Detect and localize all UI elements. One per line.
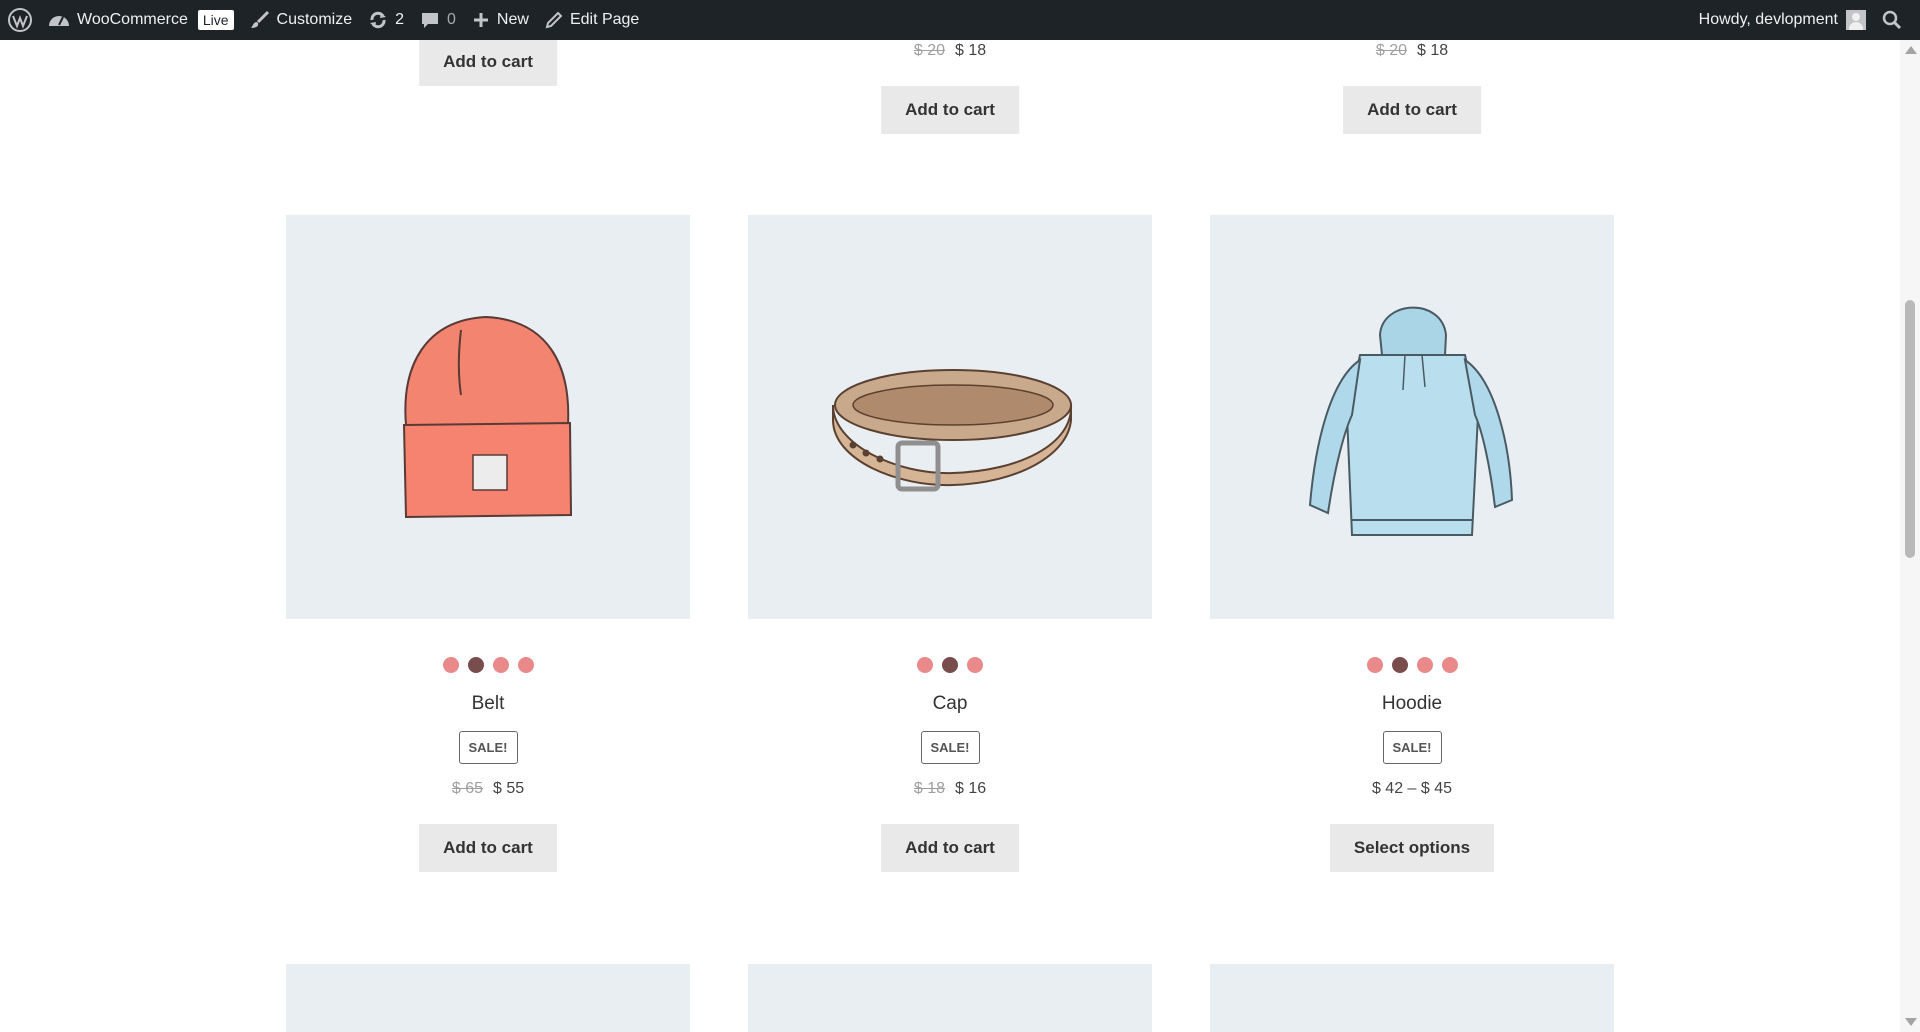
add-to-cart-button[interactable]: Add to cart — [881, 86, 1019, 134]
product-image-link[interactable] — [748, 964, 1152, 1032]
wordpress-logo-button[interactable] — [0, 0, 40, 40]
color-swatches — [286, 657, 690, 673]
color-swatch[interactable] — [467, 657, 484, 673]
updates-link[interactable]: 2 — [360, 0, 412, 40]
brush-icon — [250, 10, 270, 30]
price-new: $ 55 — [493, 780, 525, 797]
color-swatch[interactable] — [917, 657, 933, 673]
comment-icon — [420, 10, 440, 30]
comments-link[interactable]: 0 — [412, 0, 464, 40]
new-content-menu[interactable]: New — [464, 0, 537, 40]
product-card-belt: Belt SALE! $ 65 $ 55 Add to cart — [286, 215, 690, 872]
product-title[interactable]: Belt — [286, 693, 690, 717]
beanie-illustration — [402, 315, 573, 519]
add-to-cart-button[interactable]: Add to cart — [419, 824, 557, 872]
color-swatch[interactable] — [1441, 657, 1458, 673]
add-to-cart-button[interactable]: Add to cart — [419, 40, 557, 86]
scroll-down-arrow[interactable] — [1905, 1018, 1917, 1026]
color-swatches — [748, 657, 1152, 673]
color-swatch[interactable] — [1366, 657, 1383, 673]
product-card-cap: Cap SALE! $ 18 $ 16 Add to cart — [748, 215, 1152, 872]
add-to-cart-button[interactable]: Add to cart — [881, 824, 1019, 872]
search-icon — [1882, 10, 1902, 30]
product-price: $ 20 $ 18 — [748, 42, 1152, 60]
color-swatch[interactable] — [967, 657, 983, 673]
price-new: $ 18 — [955, 42, 987, 59]
belt-illustration — [832, 369, 1073, 492]
color-swatch[interactable] — [492, 657, 509, 673]
product-card-hoodie: Hoodie SALE! $ 42 – $ 45 Select options — [1210, 215, 1614, 872]
color-swatch[interactable] — [442, 657, 459, 673]
plus-icon — [472, 11, 490, 29]
price-new: $ 16 — [955, 780, 987, 797]
select-options-button[interactable]: Select options — [1329, 824, 1495, 872]
new-label: New — [496, 11, 529, 28]
edit-page-label: Edit Page — [569, 11, 640, 28]
site-name-menu[interactable]: WooCommerce Live — [40, 0, 242, 40]
color-swatch[interactable] — [517, 657, 534, 673]
comments-count: 0 — [447, 11, 456, 28]
scroll-up-arrow[interactable] — [1905, 46, 1917, 54]
scrollbar-thumb[interactable] — [1905, 300, 1915, 558]
product-card-partial — [1210, 964, 1614, 1032]
product-price: $ 20 $ 18 — [1210, 42, 1614, 60]
greeting: Howdy, devlopment — [1698, 11, 1838, 28]
price-old: $ 20 — [913, 42, 945, 59]
product-image-link[interactable] — [748, 215, 1152, 619]
product-title[interactable]: Cap — [748, 693, 1152, 717]
price-range: $ 42 – $ 45 — [1371, 780, 1453, 797]
pencil-icon — [545, 11, 563, 29]
sale-badge: SALE! — [1382, 731, 1442, 764]
dashboard-icon — [48, 11, 70, 29]
my-account-menu[interactable]: Howdy, devlopment — [1691, 0, 1874, 40]
site-name: WooCommerce — [77, 11, 188, 28]
edit-page-link[interactable]: Edit Page — [537, 0, 647, 40]
scrollbar[interactable] — [1900, 40, 1920, 1032]
avatar — [1846, 10, 1866, 30]
product-image-link[interactable] — [286, 215, 690, 619]
price-old: $ 18 — [913, 780, 945, 797]
admin-bar: WooCommerce Live Customize 2 0 New Edit … — [0, 0, 1920, 40]
customize-label: Customize — [276, 11, 353, 28]
sale-badge: SALE! — [920, 731, 980, 764]
product-price: $ 18 $ 16 — [748, 780, 1152, 800]
live-badge: Live — [197, 10, 234, 30]
price-old: $ 65 — [451, 780, 483, 797]
color-swatches — [1210, 657, 1614, 673]
product-price: $ 42 – $ 45 — [1210, 780, 1614, 800]
color-swatch[interactable] — [1416, 657, 1433, 673]
sale-badge: SALE! — [458, 731, 518, 764]
product-image-link[interactable] — [1210, 215, 1614, 619]
price-new: $ 18 — [1417, 42, 1449, 59]
search-button[interactable] — [1874, 0, 1910, 40]
updates-count: 2 — [395, 11, 405, 28]
customize-link[interactable]: Customize — [242, 0, 361, 40]
color-swatch[interactable] — [942, 657, 958, 673]
product-image-link[interactable] — [1210, 964, 1614, 1032]
product-image-link[interactable] — [286, 964, 690, 1032]
add-to-cart-button[interactable]: Add to cart — [1343, 86, 1481, 134]
product-title[interactable]: Hoodie — [1210, 693, 1614, 717]
wordpress-icon — [8, 8, 32, 32]
refresh-icon — [368, 10, 388, 30]
hoodie-illustration — [1308, 306, 1514, 536]
product-card-partial — [748, 964, 1152, 1032]
product-card-partial — [286, 964, 690, 1032]
product-price: $ 65 $ 55 — [286, 780, 690, 800]
shop-page: Add to cart $ 20 $ 18 Add to cart $ 20 $ 1… — [0, 40, 1900, 1032]
price-old: $ 20 — [1375, 42, 1407, 59]
color-swatch[interactable] — [1391, 657, 1408, 673]
